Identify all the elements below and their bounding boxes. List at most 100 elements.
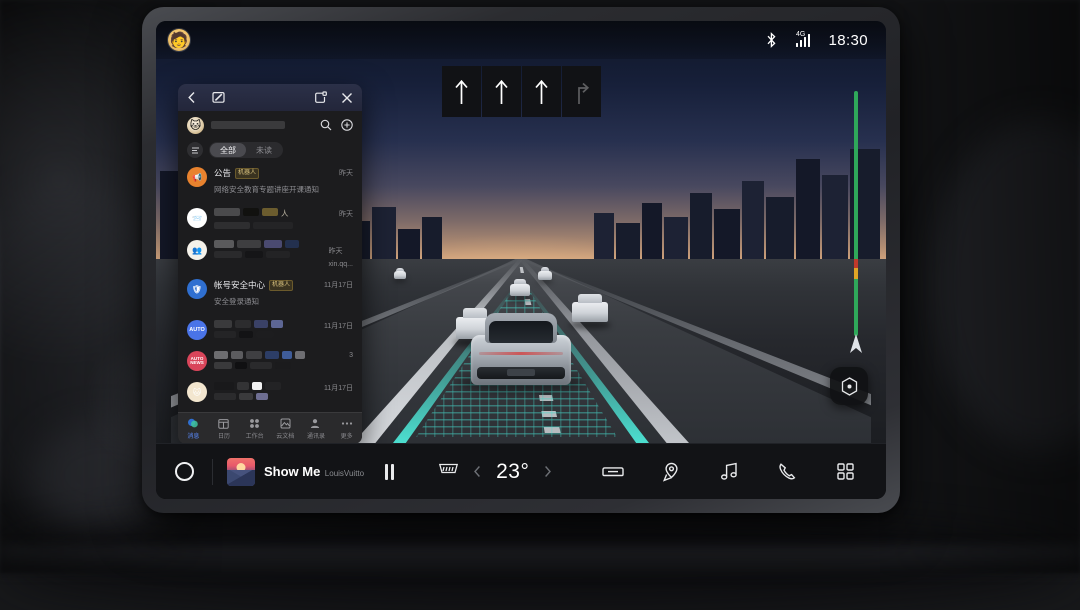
temp-decrease-button[interactable]	[473, 465, 482, 478]
route-track	[854, 91, 858, 336]
close-icon[interactable]	[341, 92, 353, 104]
temperature-value: 23°	[496, 460, 529, 484]
list-item[interactable]	[178, 407, 362, 412]
vehicle-button[interactable]	[584, 463, 642, 480]
contacts-icon	[310, 418, 321, 429]
turn-cell-straight-2[interactable]	[482, 66, 521, 117]
calendar-icon	[218, 418, 229, 429]
locate-button[interactable]	[830, 367, 868, 405]
tab-contacts[interactable]: 通讯录	[301, 418, 331, 440]
restore-window-icon[interactable]	[212, 91, 225, 104]
app-grid-icon	[836, 462, 855, 481]
other-vehicle	[572, 302, 608, 322]
arrow-up-icon	[494, 79, 509, 105]
album-art-mountain-sunset	[227, 458, 255, 486]
arrow-turn-right-icon	[574, 79, 590, 105]
shield-security-icon: 🛡	[187, 279, 207, 299]
other-vehicle	[394, 271, 406, 279]
music-note-icon	[720, 462, 739, 481]
group-gold-icon: 👥	[187, 240, 207, 260]
chat-subtitle: 安全登录通知	[214, 297, 259, 306]
temp-increase-button[interactable]	[543, 465, 552, 478]
clock: 18:30	[828, 32, 868, 49]
chat-time: 11月17日	[324, 320, 353, 331]
chip-unread[interactable]: 未读	[246, 143, 282, 157]
tab-label: 云文档	[276, 431, 294, 440]
map-pin-icon	[662, 462, 681, 482]
route-progress-rail	[848, 79, 864, 354]
chat-time: 11月17日	[324, 382, 353, 393]
tab-cloud-docs[interactable]: 云文档	[270, 418, 300, 440]
tab-label: 更多	[341, 431, 353, 440]
split-screen-icon[interactable]	[315, 91, 327, 104]
list-item[interactable]: 🐱 11月17日	[178, 376, 362, 407]
home-circle-icon	[175, 462, 194, 481]
chip-all[interactable]: 全部	[210, 143, 246, 157]
list-item[interactable]: 📨 人 昨天	[178, 202, 362, 234]
filter-row: 全部 未读	[178, 139, 362, 161]
chevron-left-icon[interactable]	[187, 91, 197, 104]
floor-highlight	[0, 545, 1080, 573]
navigation-button[interactable]	[642, 462, 700, 482]
signal-bars-icon[interactable]: 4G	[796, 34, 811, 47]
quick-action-icons	[584, 462, 886, 482]
rear-defrost-icon[interactable]	[438, 463, 459, 480]
chat-title: 公告	[214, 167, 231, 179]
tab-calendar[interactable]: 日历	[209, 418, 239, 440]
tab-messages[interactable]: 消息	[178, 417, 208, 440]
messaging-app-window: 🐱 全	[178, 84, 362, 444]
hexagon-location-icon	[841, 377, 858, 396]
vehicle-shadow	[569, 321, 611, 329]
list-item[interactable]: AUTONEWS	[178, 345, 362, 376]
person-emoji-avatar-icon: 🧑	[170, 33, 189, 48]
bluetooth-icon[interactable]	[765, 32, 778, 48]
cat-avatar-icon[interactable]: 🐱	[187, 117, 204, 134]
turn-cell-straight-3[interactable]	[522, 66, 561, 117]
car-icon	[601, 463, 625, 480]
other-vehicle	[510, 284, 530, 296]
user-avatar[interactable]: 🧑	[168, 29, 190, 51]
messages-icon	[187, 417, 199, 429]
workbench-grid-icon	[249, 418, 260, 429]
list-item[interactable]: 📢 公告 机器人 网络安全教育专题讲座开课通知 昨天	[178, 161, 362, 202]
seat-blur-right	[930, 120, 1080, 450]
profile-row[interactable]: 🐱	[178, 111, 362, 139]
tab-workbench[interactable]: 工作台	[240, 418, 270, 440]
pause-icon[interactable]	[385, 464, 394, 480]
phone-button[interactable]	[758, 462, 816, 481]
profile-name-redacted	[211, 121, 285, 129]
list-item[interactable]: 🛡 帐号安全中心 机器人 安全登录通知 11月17日	[178, 273, 362, 314]
status-indicators: 4G 18:30	[765, 32, 868, 49]
route-congestion-moderate	[854, 268, 858, 279]
bot-badge: 机器人	[269, 280, 293, 291]
cartoon-avatar-icon: 🐱	[187, 382, 207, 402]
route-congestion-heavy	[854, 259, 858, 268]
plus-circle-icon[interactable]	[341, 119, 353, 131]
arrow-up-icon	[534, 79, 549, 105]
bottom-control-bar: Show Me LouisVuitto 23°	[156, 443, 886, 499]
apps-button[interactable]	[816, 462, 874, 481]
list-item[interactable]: AUTO 11月17日	[178, 314, 362, 345]
filter-lines-icon[interactable]	[187, 142, 203, 158]
auto-circle-icon: AUTO	[187, 320, 207, 340]
arrow-up-icon	[454, 79, 469, 105]
filter-chip-group: 全部 未读	[209, 142, 283, 158]
chat-list[interactable]: 📢 公告 机器人 网络安全教育专题讲座开课通知 昨天 📨	[178, 161, 362, 412]
chat-time: 昨天	[339, 208, 353, 219]
turn-cell-straight-1[interactable]	[442, 66, 481, 117]
music-button[interactable]	[700, 462, 758, 481]
media-widget[interactable]: Show Me LouisVuitto	[213, 458, 408, 486]
phone-icon	[778, 462, 797, 481]
bot-badge: 机器人	[235, 168, 259, 179]
chat-time: 11月17日	[324, 279, 353, 290]
search-icon[interactable]	[320, 119, 332, 131]
climate-controls: 23°	[438, 460, 552, 484]
more-dots-icon	[341, 418, 353, 429]
list-item[interactable]: 👥 昨天 xin.qq...	[178, 234, 362, 273]
head-unit-screen: 🧑 4G 18:30	[156, 21, 886, 499]
home-button[interactable]	[156, 462, 212, 481]
turn-cell-right-turn[interactable]	[562, 66, 601, 117]
chat-title: 帐号安全中心	[214, 279, 265, 291]
ego-vehicle	[467, 311, 575, 385]
tab-more[interactable]: 更多	[332, 418, 362, 440]
